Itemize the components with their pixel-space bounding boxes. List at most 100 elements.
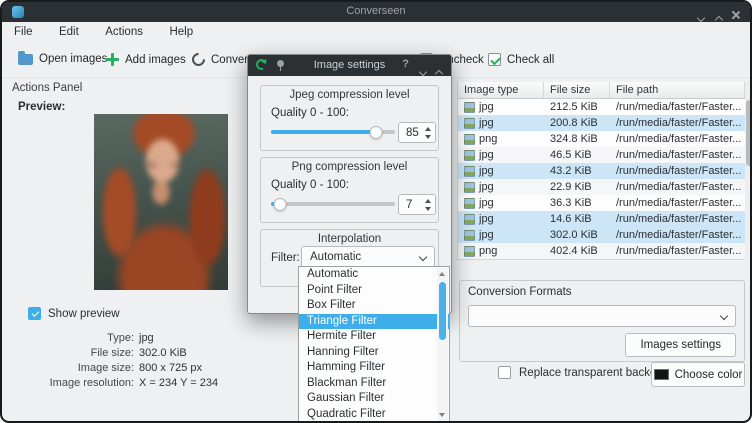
jpeg-quality-spinbox[interactable]: 85 [398, 122, 436, 143]
show-preview-checkbox[interactable]: Show preview [28, 307, 120, 320]
table-scrollbar-thumb[interactable] [746, 100, 752, 166]
spin-up-icon[interactable] [425, 199, 431, 203]
filter-option[interactable]: Hermite Filter [299, 329, 449, 345]
image-info-row: Image resolution: X = 234 Y = 234 [2, 376, 312, 391]
chevron-down-icon [720, 312, 728, 320]
table-row[interactable]: jpg 200.8 KiB /run/media/faster/Faster..… [458, 115, 745, 131]
file-path-cell: /run/media/faster/Faster... [610, 115, 745, 131]
check-all-label: Check all [507, 54, 554, 66]
png-compression-group: Png compression level Quality 0 - 100: 7 [260, 157, 439, 223]
popup-scrollbar-thumb[interactable] [439, 282, 446, 340]
check-all-icon [488, 53, 501, 66]
help-button[interactable]: ? [402, 58, 409, 70]
file-size-cell: 36.3 KiB [544, 195, 610, 211]
image-thumbnail-icon [464, 102, 475, 113]
scroll-down-icon[interactable] [439, 413, 445, 417]
table-row[interactable]: png 402.4 KiB /run/media/faster/Faster..… [458, 243, 745, 259]
jpeg-quality-value: 85 [406, 127, 419, 139]
table-row[interactable]: jpg 14.6 KiB /run/media/faster/Faster... [458, 211, 745, 227]
preview-label: Preview: [18, 101, 65, 113]
show-preview-label: Show preview [48, 308, 120, 320]
folder-icon [18, 54, 33, 65]
menu-actions[interactable]: Actions [95, 22, 153, 42]
file-size-cell: 14.6 KiB [544, 211, 610, 227]
table-row[interactable]: jpg 43.2 KiB /run/media/faster/Faster... [458, 163, 745, 179]
slider-handle[interactable] [273, 198, 286, 211]
png-quality-spinbox[interactable]: 7 [398, 194, 436, 215]
table-row[interactable]: jpg 212.5 KiB /run/media/faster/Faster..… [458, 99, 745, 115]
choose-color-label: Choose color [675, 369, 743, 381]
chevron-down-icon [419, 253, 427, 261]
table-row[interactable]: jpg 22.9 KiB /run/media/faster/Faster... [458, 179, 745, 195]
spin-down-icon[interactable] [425, 135, 431, 139]
file-size-cell: 46.5 KiB [544, 147, 610, 163]
popup-scrollbar[interactable] [437, 268, 448, 421]
png-quality-slider[interactable] [271, 197, 395, 211]
image-type-cell: jpg [458, 179, 544, 195]
info-label: Image size: [2, 361, 134, 376]
file-size-cell: 402.4 KiB [544, 243, 610, 259]
info-label: Type: [2, 331, 134, 346]
filter-option[interactable]: Box Filter [299, 298, 449, 314]
image-thumbnail-icon [464, 150, 475, 161]
jpeg-quality-slider[interactable] [271, 125, 395, 139]
dialog-titlebar[interactable]: Image settings ? [248, 55, 451, 76]
spin-up-icon[interactable] [425, 127, 431, 131]
image-type-cell: png [458, 131, 544, 147]
filter-option[interactable]: Triangle Filter [299, 314, 449, 330]
image-thumbnail-icon [464, 198, 475, 209]
spin-down-icon[interactable] [425, 207, 431, 211]
info-label: Image resolution: [2, 376, 134, 391]
table-row[interactable]: jpg 302.0 KiB /run/media/faster/Faster..… [458, 227, 745, 243]
filter-option[interactable]: Blackman Filter [299, 376, 449, 392]
filter-dropdown-popup: Automatic Point Filter Box Filter Triang… [298, 266, 450, 423]
column-header-file-size[interactable]: File size [544, 82, 610, 98]
menu-help[interactable]: Help [159, 22, 203, 42]
image-type-cell: jpg [458, 163, 544, 179]
jpeg-group-title: Jpeg compression level [261, 89, 438, 101]
filter-option[interactable]: Hamming Filter [299, 360, 449, 376]
filter-select-value: Automatic [310, 251, 361, 263]
float-button[interactable] [420, 62, 426, 80]
filter-option[interactable]: Automatic [299, 267, 449, 283]
image-type-cell: jpg [458, 195, 544, 211]
column-header-image-type[interactable]: Image type [458, 82, 544, 98]
jpeg-quality-label: Quality 0 - 100: [271, 107, 349, 119]
file-path-cell: /run/media/faster/Faster... [610, 179, 745, 195]
titlebar[interactable]: Converseen [2, 2, 750, 22]
jpeg-compression-group: Jpeg compression level Quality 0 - 100: … [260, 85, 439, 151]
slider-handle[interactable] [370, 126, 383, 139]
images-settings-label: Images settings [640, 339, 721, 351]
images-settings-button[interactable]: Images settings [625, 333, 736, 357]
filter-option[interactable]: Point Filter [299, 283, 449, 299]
chevron-down-icon [697, 14, 705, 22]
image-info-row: Image size: 800 x 725 px [2, 361, 312, 376]
check-all-button[interactable]: Check all [480, 48, 562, 71]
column-header-file-path[interactable]: File path [610, 82, 745, 98]
dock-button[interactable] [436, 64, 442, 82]
menu-edit[interactable]: Edit [49, 22, 89, 42]
file-size-cell: 324.8 KiB [544, 131, 610, 147]
table-row[interactable]: jpg 36.3 KiB /run/media/faster/Faster... [458, 195, 745, 211]
table-row[interactable]: png 324.8 KiB /run/media/faster/Faster..… [458, 131, 745, 147]
image-thumbnail-icon [464, 166, 475, 177]
filter-option[interactable]: Gaussian Filter [299, 391, 449, 407]
filter-option[interactable]: Hanning Filter [299, 345, 449, 361]
image-thumbnail-icon [464, 230, 475, 241]
info-value: jpg [139, 331, 154, 346]
slider-fill [271, 130, 376, 134]
image-type-cell: jpg [458, 211, 544, 227]
app-window: Converseen File Edit Actions Help Open i… [0, 0, 752, 423]
scroll-up-icon[interactable] [439, 272, 445, 276]
file-path-cell: /run/media/faster/Faster... [610, 131, 745, 147]
format-select[interactable] [468, 305, 736, 327]
table-scrollbar[interactable] [745, 82, 752, 259]
menu-file[interactable]: File [4, 22, 43, 42]
add-images-button[interactable]: Add images [98, 48, 194, 71]
table-row[interactable]: jpg 46.5 KiB /run/media/faster/Faster... [458, 147, 745, 163]
choose-color-button[interactable]: Choose color [651, 362, 745, 387]
filter-option[interactable]: Quadratic Filter [299, 407, 449, 423]
filter-select[interactable]: Automatic [301, 246, 435, 268]
file-path-cell: /run/media/faster/Faster... [610, 147, 745, 163]
interpolation-group-title: Interpolation [261, 233, 438, 245]
